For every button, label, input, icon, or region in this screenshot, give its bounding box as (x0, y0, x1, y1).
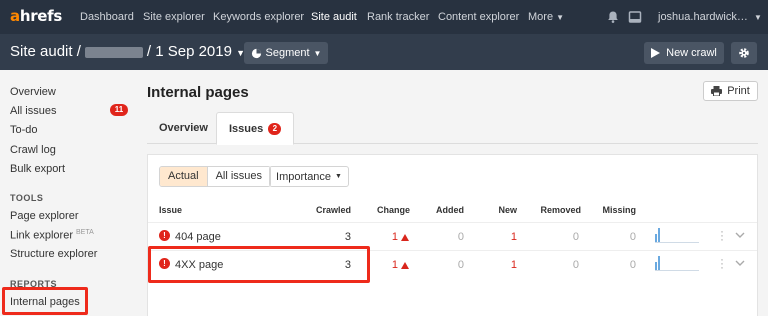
settings-button[interactable] (731, 42, 757, 64)
sidebar-item-link-explorer[interactable]: Link explorer BETA (10, 229, 94, 242)
chevron-down-icon: ▼ (753, 13, 762, 22)
added-value: 0 (457, 231, 464, 243)
username: joshua.hardwick… (658, 11, 748, 23)
redacted-project-name (84, 46, 143, 58)
user-menu[interactable]: joshua.hardwick… ▼ (658, 11, 762, 23)
page-title: Internal pages (147, 84, 249, 101)
tab-issues-count-badge: 2 (268, 123, 282, 136)
sidebar-item-structure-explorer[interactable]: Structure explorer (10, 248, 97, 260)
top-navigation: ahrefs Dashboard Site explorer Keywords … (0, 0, 768, 34)
error-icon: ! (159, 230, 170, 241)
trend-sparkline (655, 256, 699, 271)
new-crawl-label: New crawl (666, 47, 717, 59)
filter-all-issues[interactable]: All issues (207, 167, 271, 186)
change-value: 1 (391, 231, 398, 243)
crawl-date: / 1 Sep 2019 (146, 43, 232, 60)
filter-actual[interactable]: Actual (160, 167, 208, 186)
gear-icon (739, 48, 749, 58)
added-value: 0 (457, 259, 464, 271)
nav-site-explorer[interactable]: Site explorer (143, 11, 205, 23)
tab-bar: Overview Issues 2 (147, 112, 758, 145)
arrow-up-icon (401, 262, 409, 269)
sidebar-item-crawl-log[interactable]: Crawl log (10, 144, 56, 156)
caret-down-icon: ▼ (556, 13, 565, 22)
window-icon[interactable] (628, 10, 642, 24)
importance-label: Importance (276, 170, 332, 183)
print-button[interactable]: Print (703, 81, 758, 101)
crawl-date-selector[interactable]: / 1 Sep 2019 ▼ (147, 43, 245, 60)
tab-overview[interactable]: Overview (147, 112, 220, 144)
nav-more[interactable]: More ▼ (528, 11, 564, 23)
chevron-down-icon[interactable] (735, 258, 745, 268)
tab-issues-label: Issues (229, 123, 264, 135)
importance-dropdown[interactable]: Importance ▼ (269, 166, 349, 187)
breadcrumb-site-audit[interactable]: Site audit / (10, 43, 81, 60)
highlight-box-4xx-row (148, 246, 370, 283)
sidebar-heading-tools: TOOLS (10, 193, 44, 203)
column-crawled[interactable]: Crawled (311, 205, 351, 215)
sidebar-item-page-explorer[interactable]: Page explorer (10, 210, 79, 222)
pie-chart-icon (251, 48, 261, 58)
bell-icon[interactable] (606, 10, 620, 24)
site-audit-header: Site audit / / 1 Sep 2019 ▼ Segment ▼ New… (0, 34, 768, 70)
issue-name[interactable]: 404 page (175, 231, 221, 243)
removed-value: 0 (572, 231, 579, 243)
column-change[interactable]: Change (370, 205, 410, 215)
sidebar-item-overview[interactable]: Overview (10, 86, 56, 98)
crawled-value: 3 (344, 231, 351, 243)
column-issue[interactable]: Issue (159, 205, 182, 215)
beta-tag: BETA (75, 229, 94, 236)
column-missing[interactable]: Missing (596, 205, 636, 215)
chevron-down-icon[interactable] (735, 230, 745, 240)
missing-value: 0 (629, 259, 636, 271)
column-new[interactable]: New (477, 205, 517, 215)
nav-site-audit[interactable]: Site audit (311, 11, 357, 23)
segment-button[interactable]: Segment ▼ (244, 42, 328, 64)
new-crawl-button[interactable]: New crawl (644, 42, 724, 64)
new-value: 1 (510, 259, 517, 271)
more-options-icon[interactable]: · · · (720, 225, 724, 245)
issue-filter-toggle: Actual All issues (159, 166, 272, 187)
link-explorer-label: Link explorer (10, 229, 73, 242)
nav-dashboard[interactable]: Dashboard (80, 11, 134, 23)
missing-value: 0 (629, 231, 636, 243)
tab-issues[interactable]: Issues 2 (216, 112, 295, 145)
sidebar-item-bulk-export[interactable]: Bulk export (10, 163, 65, 175)
nav-more-label: More (528, 11, 554, 23)
caret-down-icon: ▼ (313, 48, 322, 58)
highlight-box-internal-pages (2, 287, 88, 315)
printer-icon (711, 86, 723, 96)
more-options-icon[interactable]: · · · (720, 253, 724, 273)
nav-keywords-explorer[interactable]: Keywords explorer (213, 11, 304, 23)
caret-down-icon: ▼ (335, 173, 342, 180)
arrow-up-icon (401, 234, 409, 241)
column-added[interactable]: Added (424, 205, 464, 215)
issues-panel: Actual All issues Importance ▼ Issue Cra… (147, 154, 758, 316)
trend-sparkline (655, 228, 699, 243)
breadcrumb: Site audit / / 1 Sep 2019 ▼ (10, 43, 245, 60)
play-icon (651, 48, 661, 58)
nav-rank-tracker[interactable]: Rank tracker (367, 11, 429, 23)
nav-content-explorer[interactable]: Content explorer (438, 11, 519, 23)
segment-label: Segment (265, 47, 310, 59)
ahrefs-logo[interactable]: ahrefs (10, 7, 62, 25)
new-value: 1 (510, 231, 517, 243)
removed-value: 0 (572, 259, 579, 271)
issues-count-badge: 11 (110, 104, 128, 116)
sidebar-item-all-issues[interactable]: All issues (10, 105, 56, 117)
print-label: Print (727, 85, 750, 97)
change-value: 1 (391, 259, 398, 271)
sidebar-item-to-do[interactable]: To-do (10, 124, 38, 136)
column-removed[interactable]: Removed (536, 205, 581, 215)
